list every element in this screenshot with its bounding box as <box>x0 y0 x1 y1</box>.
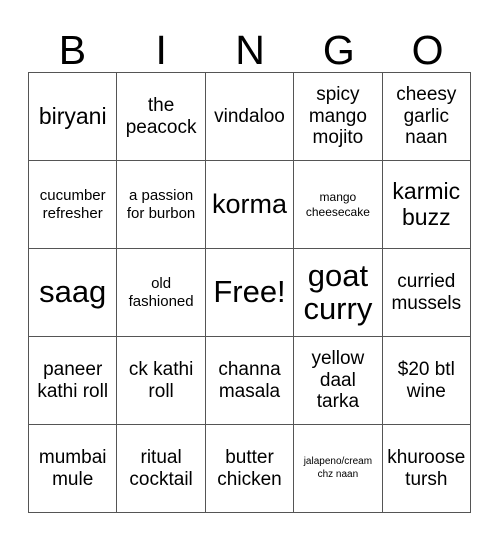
bingo-card: B I N G O biryani the peacock vindaloo spic… <box>0 0 500 544</box>
bingo-cell-label: khuroose tursh <box>387 446 466 490</box>
bingo-cell[interactable]: spicy mango mojito <box>294 73 383 161</box>
bingo-cell-label: old fashioned <box>128 274 194 310</box>
bingo-cell[interactable]: the peacock <box>117 73 206 161</box>
bingo-cell-label: paneer kathi roll <box>37 358 109 402</box>
bingo-cell[interactable]: ck kathi roll <box>117 337 206 425</box>
bingo-cell-label: butter chicken <box>217 446 282 490</box>
bingo-cell[interactable]: saag <box>29 249 118 337</box>
bingo-header-letter-i: I <box>155 27 167 73</box>
bingo-cell-label: yellow daal tarka <box>311 348 365 413</box>
bingo-cell[interactable]: old fashioned <box>117 249 206 337</box>
bingo-cell-free[interactable]: Free! <box>205 249 295 337</box>
bingo-cell-label: cheesy garlic naan <box>396 84 457 149</box>
bingo-cell[interactable]: curried mussels <box>382 249 471 337</box>
bingo-cell-label: mango cheesecake <box>305 190 370 219</box>
bingo-cell[interactable]: korma <box>205 161 295 249</box>
bingo-header: B I N G O <box>28 14 472 72</box>
bingo-cell-label: ritual cocktail <box>129 446 193 490</box>
bingo-cell-label: vindaloo <box>214 105 285 127</box>
bingo-cell[interactable]: paneer kathi roll <box>29 337 118 425</box>
bingo-cell[interactable]: khuroose tursh <box>382 425 471 513</box>
bingo-cell[interactable]: biryani <box>29 73 118 161</box>
bingo-cell[interactable]: karmic buzz <box>382 161 471 249</box>
bingo-header-letter-n: N <box>235 27 265 73</box>
bingo-cell-label: mumbai mule <box>38 446 107 490</box>
bingo-grid: biryani the peacock vindaloo spicy mango mo… <box>28 72 471 513</box>
bingo-cell-label: a passion for burbon <box>126 186 196 222</box>
bingo-cell-label: cucumber refresher <box>39 186 106 222</box>
bingo-cell[interactable]: yellow daal tarka <box>294 337 383 425</box>
bingo-cell[interactable]: jalapeno/cream chz naan <box>294 425 383 513</box>
bingo-cell[interactable]: channa masala <box>205 337 295 425</box>
bingo-cell-label: spicy mango mojito <box>308 84 367 149</box>
bingo-cell-label: jalapeno/cream chz naan <box>303 456 373 480</box>
bingo-cell-label: curried mussels <box>391 270 462 314</box>
bingo-cell-label: karmic buzz <box>392 177 461 230</box>
bingo-cell[interactable]: ritual cocktail <box>117 425 206 513</box>
bingo-cell[interactable]: goat curry <box>294 249 383 337</box>
bingo-header-letter-b: B <box>58 27 87 73</box>
bingo-header-letter-g: G <box>322 27 355 73</box>
bingo-cell-label: Free! <box>213 274 286 310</box>
bingo-cell-label: the peacock <box>125 94 197 138</box>
bingo-cell-label: biryani <box>38 102 107 129</box>
bingo-cell-label: channa masala <box>218 358 281 402</box>
bingo-cell-label: saag <box>39 274 107 310</box>
bingo-cell[interactable]: a passion for burbon <box>117 161 206 249</box>
bingo-cell-label: $20 btl wine <box>397 358 455 402</box>
bingo-cell[interactable]: cheesy garlic naan <box>382 73 471 161</box>
bingo-cell[interactable]: cucumber refresher <box>29 161 118 249</box>
bingo-cell-label: goat curry <box>303 257 373 326</box>
bingo-cell[interactable]: $20 btl wine <box>382 337 471 425</box>
bingo-cell[interactable]: mumbai mule <box>29 425 118 513</box>
bingo-cell-label: korma <box>211 188 287 219</box>
bingo-cell[interactable]: butter chicken <box>205 425 295 513</box>
bingo-cell-label: ck kathi roll <box>128 358 194 402</box>
bingo-cell[interactable]: mango cheesecake <box>294 161 383 249</box>
bingo-header-letter-o: O <box>411 27 444 73</box>
bingo-cell[interactable]: vindaloo <box>205 73 295 161</box>
